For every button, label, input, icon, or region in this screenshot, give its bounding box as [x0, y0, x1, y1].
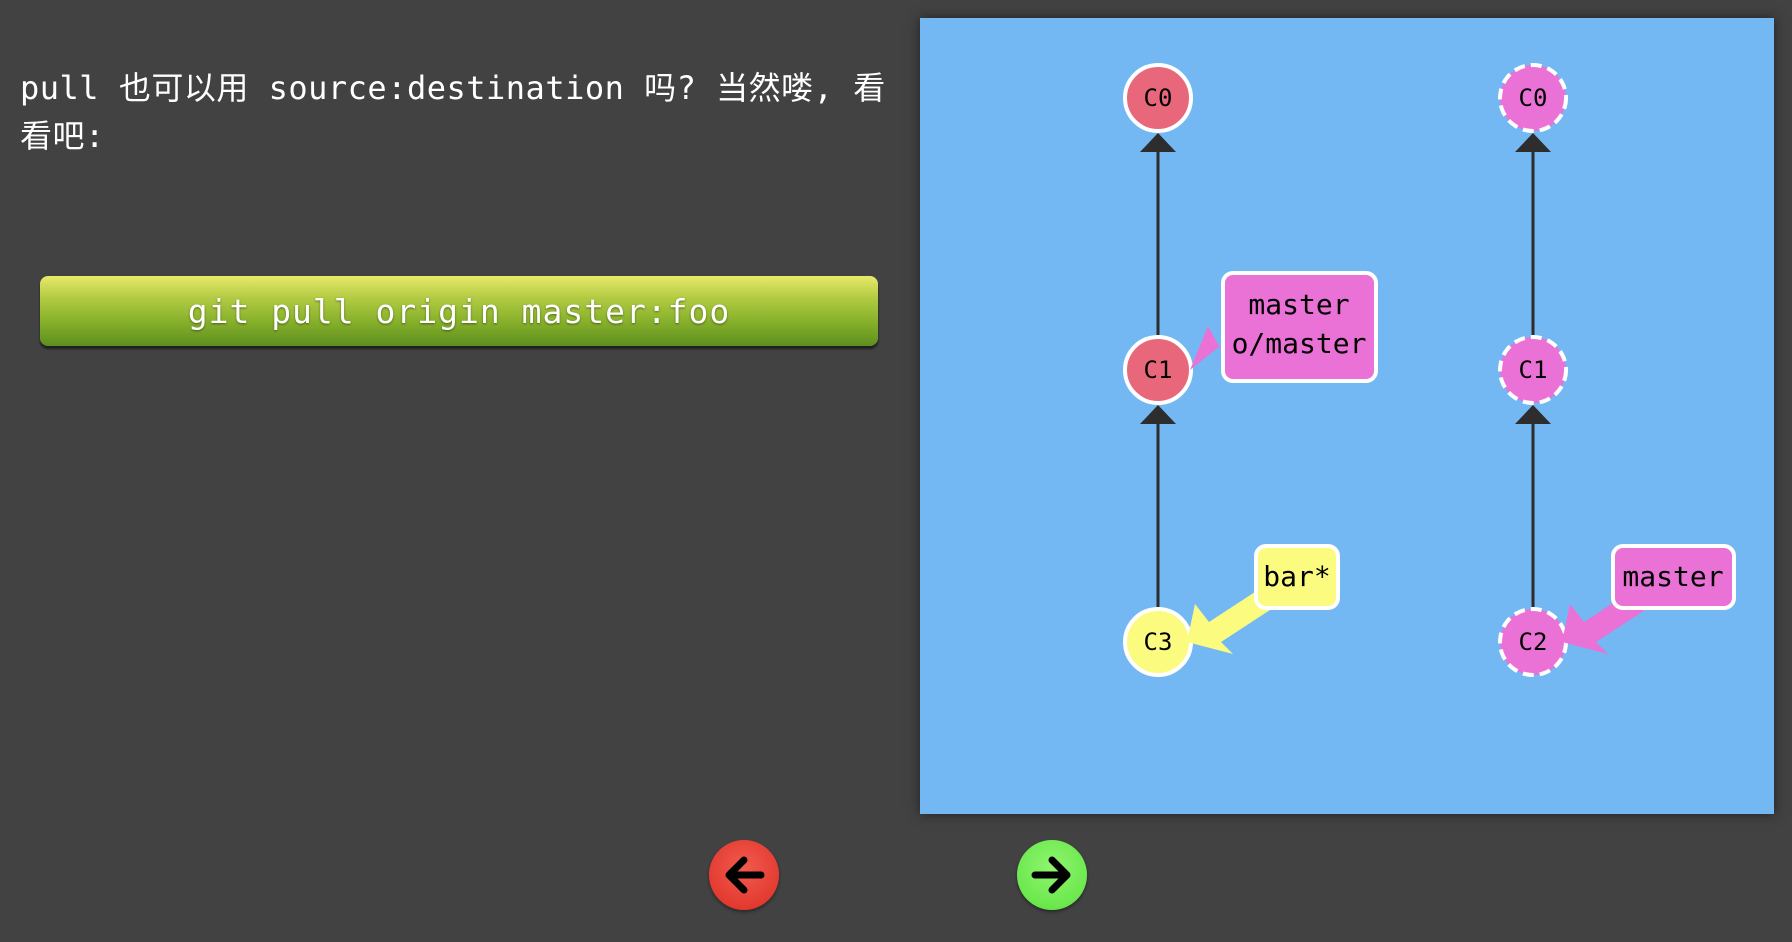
remote-repo-graph: C0 C1 C2 master [1498, 63, 1736, 677]
commit-label: C0 [1144, 84, 1173, 112]
arrowhead-c1 [1515, 405, 1551, 424]
next-button[interactable] [1017, 840, 1087, 910]
branch-label: bar* [1263, 560, 1330, 593]
commit-node[interactable]: C3 [1123, 607, 1193, 677]
commit-node[interactable]: C2 [1498, 607, 1568, 677]
branch-tag-remote-master[interactable]: master [1562, 544, 1736, 654]
commit-node[interactable]: C1 [1498, 335, 1568, 405]
local-repo-graph: C0 C1 C3 master o/master bar* [1123, 63, 1378, 677]
commit-node[interactable]: C1 [1123, 335, 1193, 405]
commit-node[interactable]: C0 [1498, 63, 1568, 133]
arrow-right-icon [1031, 856, 1071, 894]
branch-tag-bar[interactable]: bar* [1187, 544, 1340, 654]
branch-label: o/master [1232, 327, 1367, 360]
commit-label: C1 [1144, 356, 1173, 384]
intro-text: pull 也可以用 source:destination 吗? 当然喽, 看看吧… [20, 69, 886, 155]
arrowhead-c0 [1140, 133, 1176, 152]
branch-label: master [1248, 288, 1349, 321]
commit-label: C1 [1519, 356, 1548, 384]
git-visualization: C0 C1 C3 master o/master bar* C0 C1 C2 m… [920, 18, 1774, 814]
prev-button[interactable] [709, 840, 779, 910]
arrowhead-c0 [1515, 133, 1551, 152]
commit-label: C3 [1144, 628, 1173, 656]
commit-label: C0 [1519, 84, 1548, 112]
branch-label: master [1622, 560, 1723, 593]
commit-node[interactable]: C0 [1123, 63, 1193, 133]
page: pull 也可以用 source:destination 吗? 当然喽, 看看吧… [0, 0, 1792, 942]
commit-label: C2 [1519, 628, 1548, 656]
arrowhead-c1 [1140, 405, 1176, 424]
command-button[interactable]: git pull origin master:foo [40, 276, 878, 346]
branch-tag-master[interactable]: master o/master [1190, 271, 1378, 383]
arrow-left-icon [725, 856, 765, 894]
